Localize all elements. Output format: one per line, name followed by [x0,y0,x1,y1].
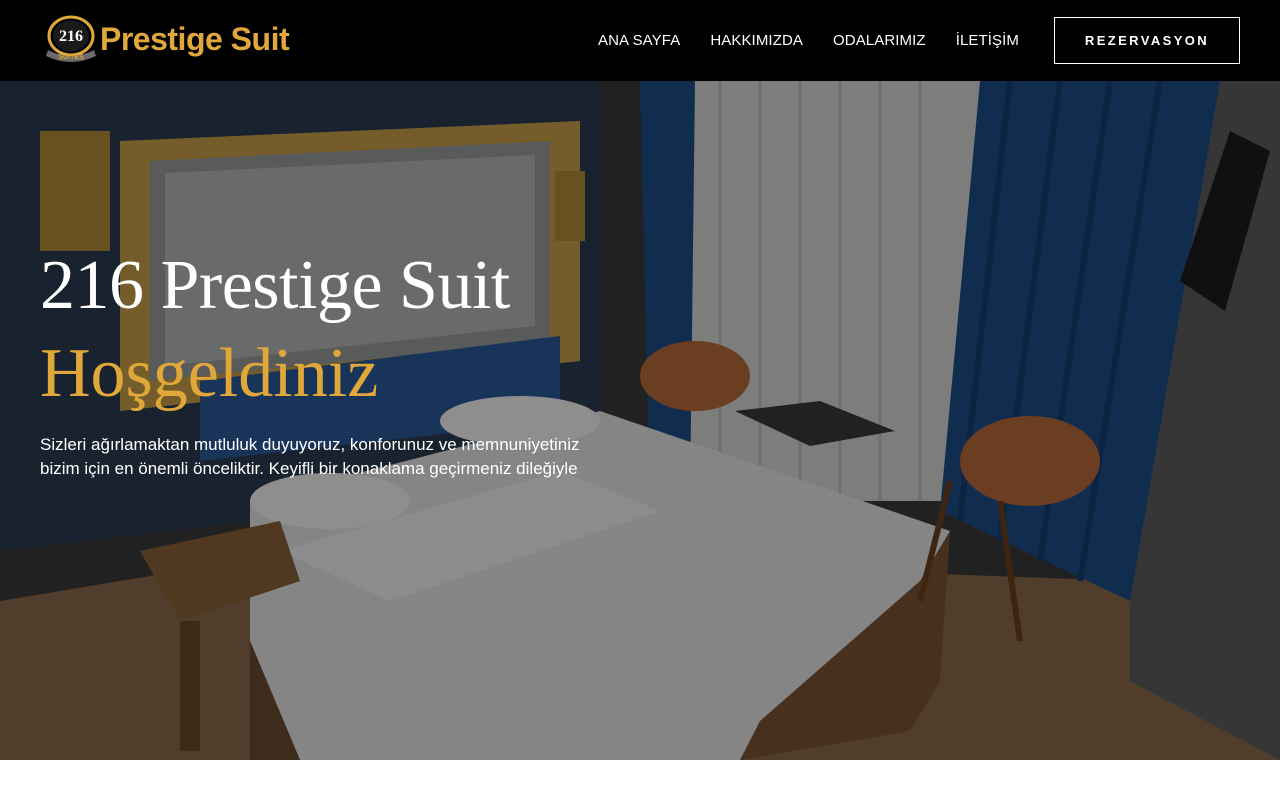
logo-badge-number: 216 [59,28,83,45]
hero-description: Sizleri ağırlamaktan mutluluk duyuyoruz,… [40,435,580,478]
hero-section: 216 Prestige Suit Hoşgeldiniz Sizleri ağ… [0,81,1280,760]
reservation-button[interactable]: REZERVASYON [1054,17,1240,64]
site-header: 216 SUITES Prestige Suit ANA SAYFA HAKKI… [0,0,1280,81]
logo-name: Prestige Suit [100,21,290,57]
nav-rooms[interactable]: ODALARIMIZ [833,32,926,49]
hero-subtitle: Hoşgeldiniz [40,335,379,412]
page-bottom [0,760,1280,800]
nav-home[interactable]: ANA SAYFA [598,32,680,49]
hero-title: 216 Prestige Suit [40,247,510,324]
logo-badge-word: SUITES [58,54,84,61]
nav-contact[interactable]: İLETİŞİM [956,32,1019,49]
site-logo[interactable]: 216 SUITES Prestige Suit [44,14,290,64]
nav-about[interactable]: HAKKIMIZDA [710,32,803,49]
main-nav: ANA SAYFA HAKKIMIZDA ODALARIMIZ İLETİŞİM [598,0,1019,81]
logo-badge-icon: 216 SUITES [46,15,96,62]
hero-content: 216 Prestige Suit Hoşgeldiniz Sizleri ağ… [40,251,660,481]
